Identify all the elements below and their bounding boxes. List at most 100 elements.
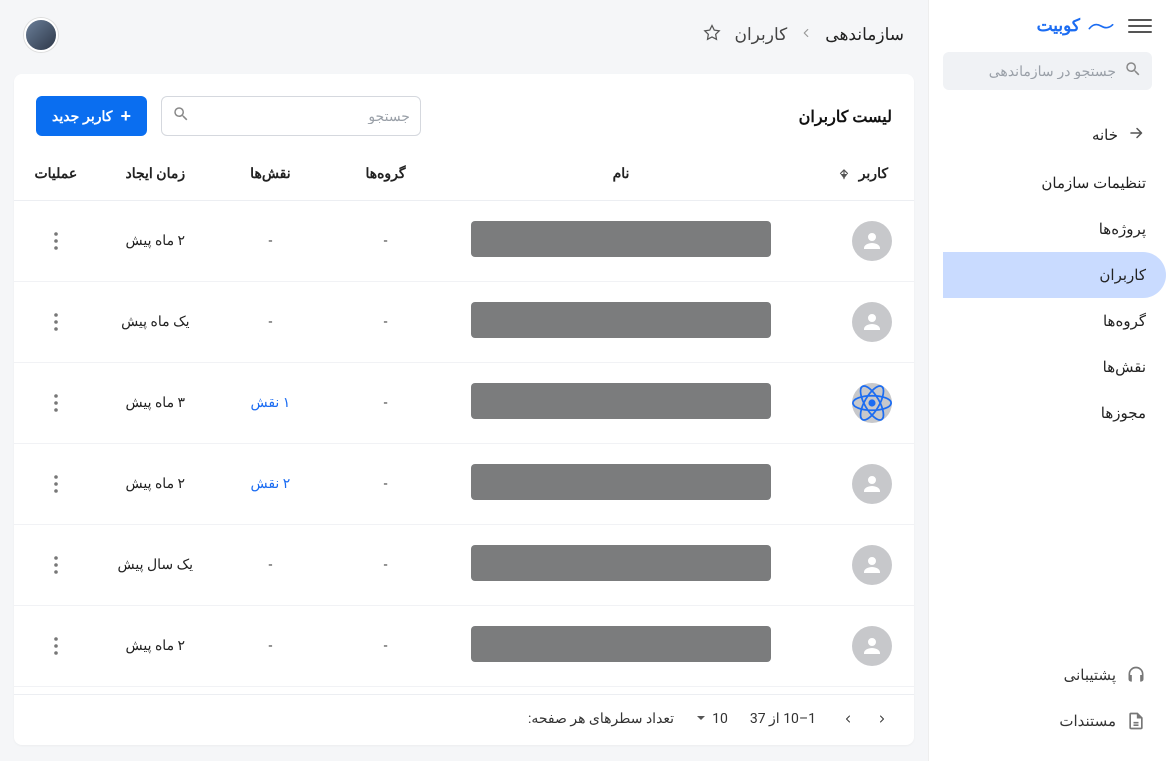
user-avatar[interactable] xyxy=(24,18,58,52)
name-redacted xyxy=(471,626,771,662)
sidebar-item-label: نقش‌ها xyxy=(1103,358,1146,376)
cell-created: یک سال پیش xyxy=(98,525,213,606)
cell-groups: - xyxy=(328,444,443,525)
row-actions-button[interactable] xyxy=(43,633,69,659)
hamburger-icon[interactable] xyxy=(1128,14,1152,38)
row-avatar[interactable] xyxy=(852,302,892,342)
col-groups[interactable]: گروه‌ها xyxy=(328,154,443,201)
row-avatar[interactable] xyxy=(852,383,892,423)
cell-name xyxy=(443,606,799,687)
table-row: --۲ ماه پیش xyxy=(14,201,914,282)
row-actions-button[interactable] xyxy=(43,390,69,416)
plus-icon: + xyxy=(120,107,131,125)
roles-value: - xyxy=(268,314,272,330)
row-avatar[interactable] xyxy=(852,221,892,261)
sidebar-search[interactable] xyxy=(943,52,1152,90)
sidebar-item-roles[interactable]: نقش‌ها xyxy=(929,344,1166,390)
sidebar-item-label: کاربران xyxy=(1099,266,1146,284)
sidebar-search-input[interactable] xyxy=(935,63,1116,79)
pagination: تعداد سطرهای هر صفحه: 10 1–10 از 37 xyxy=(14,694,914,745)
row-avatar[interactable] xyxy=(852,464,892,504)
cell-groups: - xyxy=(328,363,443,444)
doc-icon xyxy=(1126,711,1146,731)
row-avatar[interactable] xyxy=(852,545,892,585)
new-user-button[interactable]: + کاربر جدید xyxy=(36,96,147,136)
name-redacted xyxy=(471,302,771,338)
page-size-select[interactable]: 10 xyxy=(696,711,728,727)
cell-groups: - xyxy=(328,282,443,363)
groups-value: - xyxy=(384,314,388,330)
sidebar-item-label: مستندات xyxy=(1059,712,1116,730)
sidebar-item-label: تنظیمات سازمان xyxy=(1041,174,1146,192)
name-redacted xyxy=(471,545,771,581)
groups-value: - xyxy=(384,395,388,411)
sidebar-item-label: پروژه‌ها xyxy=(1099,220,1146,238)
groups-value: - xyxy=(384,638,388,654)
cell-actions xyxy=(14,606,98,687)
sidebar-item-permissions[interactable]: مجوزها xyxy=(929,390,1166,436)
arrow-right-icon xyxy=(1128,124,1146,146)
groups-value: - xyxy=(384,557,388,573)
brand-wave-icon xyxy=(1088,19,1114,33)
cell-actions xyxy=(14,525,98,606)
sidebar-item-support[interactable]: پشتیبانی xyxy=(943,655,1152,695)
name-redacted xyxy=(471,221,771,257)
main: سازماندهی کاربران لیست کاربران xyxy=(0,0,928,761)
sidebar-header: کوبیت xyxy=(929,14,1166,52)
cell-created: ۲ ماه پیش xyxy=(98,606,213,687)
roles-link[interactable]: ۱ نقش xyxy=(250,395,290,411)
sidebar-item-label: گروه‌ها xyxy=(1103,312,1146,330)
cell-user xyxy=(799,525,914,606)
table-row: - ۱ نقش ۳ ماه پیش xyxy=(14,363,914,444)
col-name[interactable]: نام xyxy=(443,154,799,201)
table-search-input[interactable] xyxy=(198,108,410,124)
row-actions-button[interactable] xyxy=(43,228,69,254)
table-row: --یک ماه پیش xyxy=(14,282,914,363)
cell-name xyxy=(443,525,799,606)
cell-name xyxy=(443,201,799,282)
sidebar-item-label: پشتیبانی xyxy=(1064,666,1116,684)
table-row: --۲ ماه پیش xyxy=(14,606,914,687)
star-icon[interactable] xyxy=(702,23,722,48)
page-range: 1–10 از 37 xyxy=(750,711,816,727)
name-redacted xyxy=(471,383,771,419)
row-actions-button[interactable] xyxy=(43,309,69,335)
col-actions: عملیات xyxy=(14,154,98,201)
col-roles[interactable]: نقش‌ها xyxy=(213,154,328,201)
roles-link[interactable]: ۲ نقش xyxy=(250,476,290,492)
row-actions-button[interactable] xyxy=(43,471,69,497)
dropdown-icon xyxy=(696,711,706,727)
cell-roles: ۲ نقش xyxy=(213,444,328,525)
new-user-label: کاربر جدید xyxy=(52,108,112,125)
cell-roles: - xyxy=(213,201,328,282)
table-search[interactable] xyxy=(161,96,421,136)
users-card: لیست کاربران + کاربر جدید xyxy=(14,74,914,745)
sidebar-item-groups[interactable]: گروه‌ها xyxy=(929,298,1166,344)
sidebar-item-docs[interactable]: مستندات xyxy=(943,701,1152,741)
roles-value: - xyxy=(268,557,272,573)
topbar: سازماندهی کاربران xyxy=(0,0,928,62)
search-icon xyxy=(172,105,190,127)
cell-created: ۳ ماه پیش xyxy=(98,363,213,444)
card-header: لیست کاربران + کاربر جدید xyxy=(14,96,914,154)
breadcrumb-org[interactable]: سازماندهی xyxy=(825,25,904,45)
cell-created: ۲ ماه پیش xyxy=(98,201,213,282)
cell-user xyxy=(799,363,914,444)
brand[interactable]: کوبیت xyxy=(1037,16,1114,36)
col-created[interactable]: زمان ایجاد xyxy=(98,154,213,201)
row-avatar[interactable] xyxy=(852,626,892,666)
cell-roles: - xyxy=(213,282,328,363)
rows-per-page-label: تعداد سطرهای هر صفحه: xyxy=(528,711,674,727)
col-user[interactable]: کاربر xyxy=(799,154,914,201)
cell-groups: - xyxy=(328,201,443,282)
breadcrumb-page: کاربران xyxy=(734,25,787,45)
sidebar-item-projects[interactable]: پروژه‌ها xyxy=(929,206,1166,252)
sidebar-item-org-settings[interactable]: تنظیمات سازمان xyxy=(929,160,1166,206)
users-table: کاربر نام گروه‌ها نقش‌ها زمان ایجاد عملی… xyxy=(14,154,914,687)
pagination-next[interactable] xyxy=(838,709,858,729)
sidebar-item-home[interactable]: خانه xyxy=(929,110,1166,160)
sidebar-item-users[interactable]: کاربران xyxy=(943,252,1166,298)
brand-name: کوبیت xyxy=(1037,16,1080,36)
row-actions-button[interactable] xyxy=(43,552,69,578)
pagination-prev[interactable] xyxy=(872,709,892,729)
